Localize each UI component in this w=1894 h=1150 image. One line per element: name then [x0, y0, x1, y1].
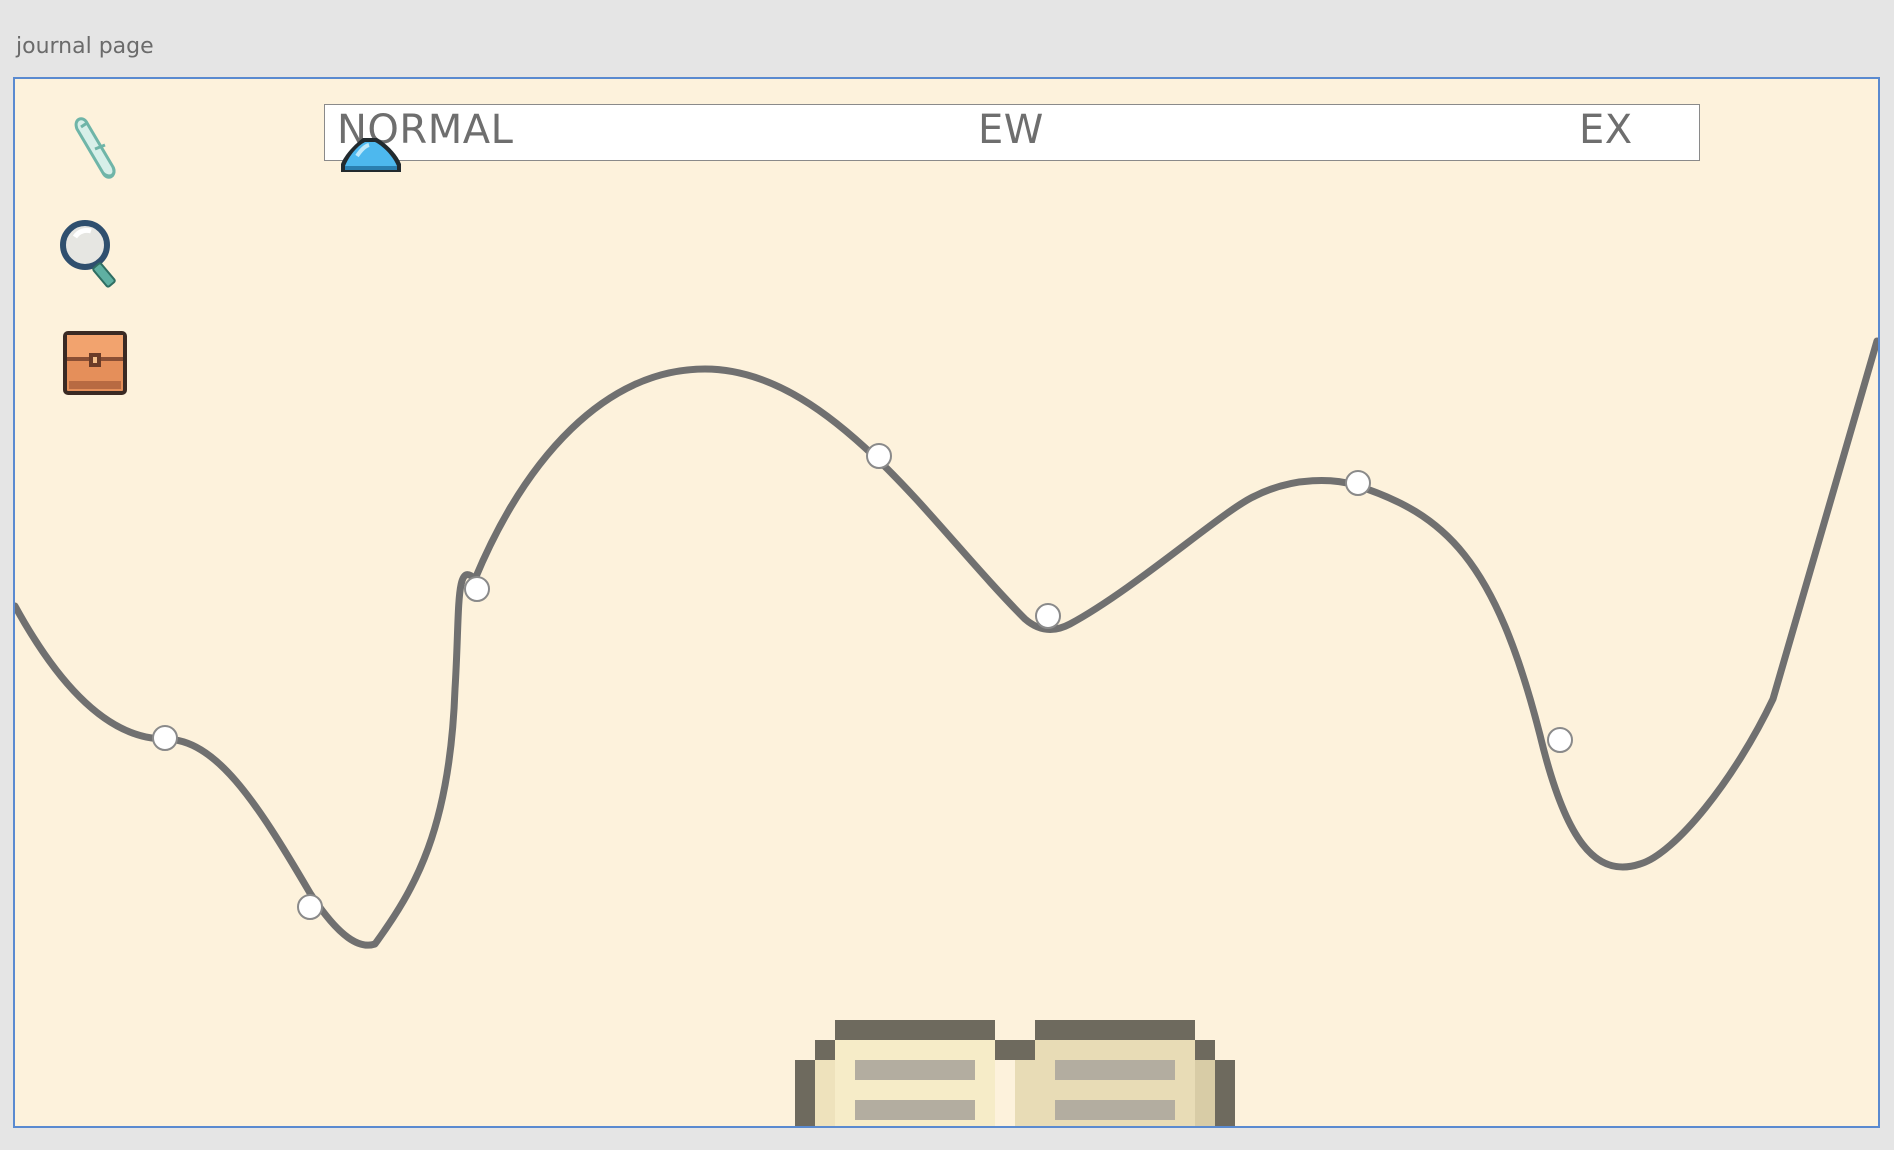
mode-selector-bar: NORMAL EW EX	[324, 104, 1700, 161]
chest-button[interactable]	[55, 321, 135, 401]
level-nodes	[152, 443, 1573, 920]
level-node[interactable]	[1547, 727, 1573, 753]
level-node[interactable]	[1345, 470, 1371, 496]
level-node[interactable]	[152, 725, 178, 751]
level-node[interactable]	[866, 443, 892, 469]
mode-ew[interactable]: EW	[978, 107, 1044, 153]
magnifier-button[interactable]	[55, 215, 135, 295]
scroll-icon	[74, 117, 116, 179]
journal-page-stage: NORMAL EW EX	[13, 77, 1880, 1128]
scroll-button[interactable]	[55, 109, 135, 189]
slime-marker-icon	[341, 138, 401, 172]
level-path-map	[15, 337, 1878, 949]
magnifying-glass-icon	[60, 220, 116, 288]
mode-ex[interactable]: EX	[1579, 107, 1633, 153]
level-node[interactable]	[297, 894, 323, 920]
open-book-icon[interactable]	[795, 1020, 1235, 1128]
level-node[interactable]	[1035, 603, 1061, 629]
level-node[interactable]	[464, 576, 490, 602]
window-title: journal page	[16, 34, 154, 59]
chest-icon	[63, 331, 127, 395]
level-path	[15, 337, 1878, 949]
